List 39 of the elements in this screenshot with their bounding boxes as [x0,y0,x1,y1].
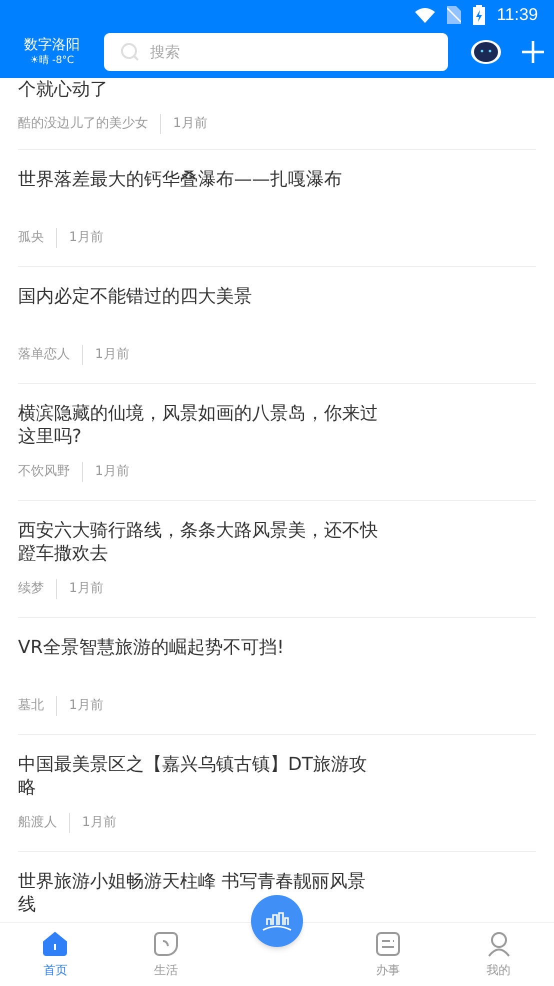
article-author: 落单恋人 [18,346,70,364]
article-author: 不饮风野 [18,463,70,482]
article-author: 孤央 [18,229,44,248]
center-tab[interactable] [250,895,303,947]
article-time: 1月前 [82,345,130,365]
city-name: 数字洛阳 [24,36,80,54]
robot-icon[interactable] [470,39,502,65]
search-icon [120,42,140,62]
article-time: 1月前 [82,462,130,482]
weather-text: ☀晴 -8°C [30,54,74,68]
article-title[interactable]: 西安六大骑行路线，条条大路风景美，还不快蹬车撒欢去 [18,519,382,565]
no-sim-icon [446,6,461,24]
plus-icon[interactable] [522,41,544,63]
article-title[interactable]: 横滨隐藏的仙境，风景如画的八景岛，你来过这里吗? [18,402,382,448]
article-author: 墓北 [18,697,44,716]
article-author: 船渡人 [18,814,57,832]
status-time: 11:39 [496,4,538,26]
article-title[interactable]: 国内必定不能错过的四大美景 [18,285,252,308]
article-title[interactable]: 个就心动了 [18,78,108,101]
buildings-icon [262,911,292,931]
leaf-icon [153,930,180,956]
home-icon [42,930,68,956]
article-title[interactable]: VR全景智慧旅游的崛起势不可挡! [18,636,284,659]
article-time: 1月前 [56,228,104,248]
article-author: 酷的没边儿了的美少女 [18,115,148,134]
article-time: 1月前 [69,813,116,833]
article-time: 1月前 [56,579,104,599]
search-field[interactable]: 搜索 [104,33,448,71]
article-title[interactable]: 世界旅游小姐畅游天柱峰 书写青春靓丽风景线 [18,870,382,916]
battery-icon [472,5,485,25]
article-title[interactable]: 中国最美景区之【嘉兴乌镇古镇】DT旅游攻略 [18,753,382,799]
document-icon [374,930,401,956]
nav-tab[interactable]: 首页 [0,923,111,986]
person-icon [486,930,512,956]
article-time: 1月前 [56,696,104,716]
article-title[interactable]: 世界落差最大的钙华叠瀑布——扎嘎瀑布 [18,168,342,191]
article-author: 续梦 [18,580,44,598]
wifi-icon [414,7,435,23]
article-time: 1月前 [160,114,208,134]
